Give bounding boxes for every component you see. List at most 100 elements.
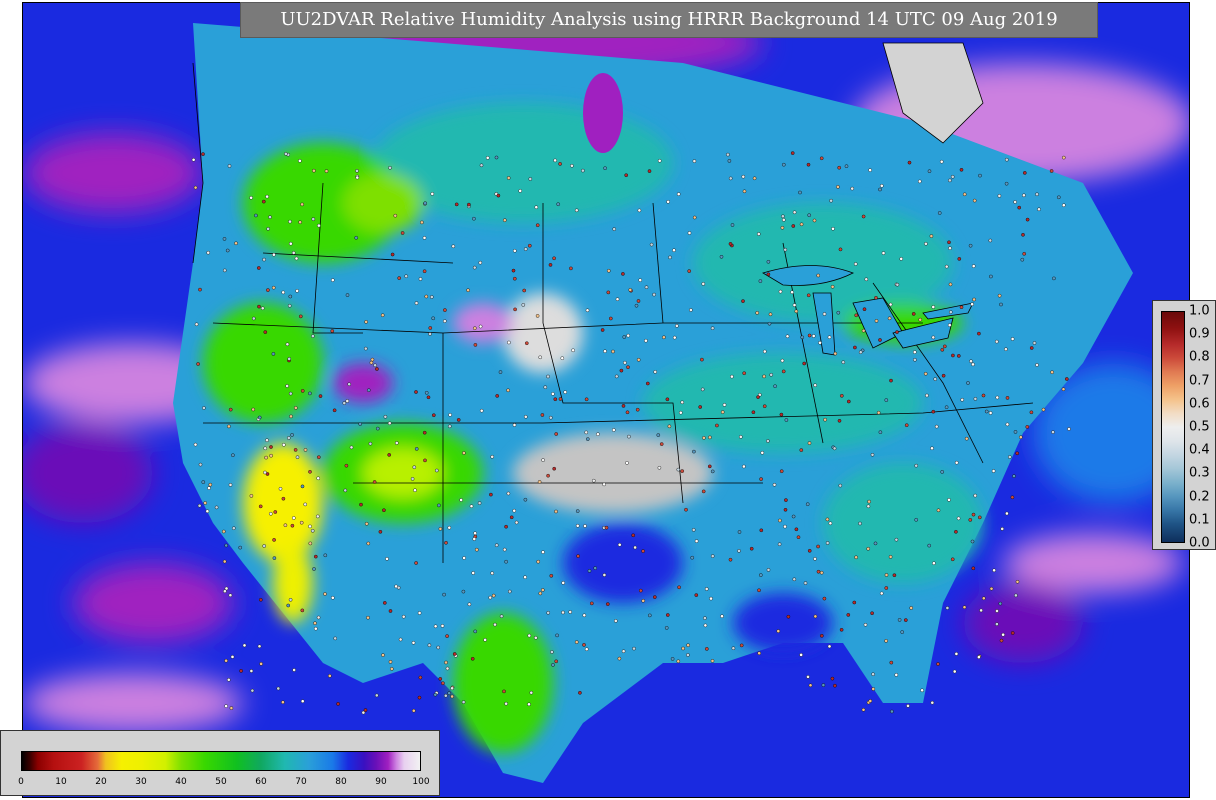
station-dot — [316, 476, 321, 481]
station-dot — [971, 512, 976, 517]
station-dot — [895, 282, 900, 287]
station-dot — [617, 656, 622, 661]
station-dot — [621, 272, 625, 276]
station-dot — [1013, 200, 1017, 204]
station-dot — [981, 393, 986, 398]
station-dot — [507, 589, 512, 594]
station-dot — [288, 219, 292, 224]
station-dot — [372, 480, 377, 484]
station-dot — [606, 290, 611, 295]
station-dot — [687, 269, 692, 273]
station-dot — [614, 619, 618, 623]
station-dot — [836, 185, 840, 189]
station-dot — [349, 445, 354, 450]
station-dot — [529, 690, 534, 695]
station-dot — [792, 577, 797, 582]
station-dot — [506, 388, 510, 393]
station-dot — [254, 213, 258, 218]
station-dot — [879, 591, 884, 596]
station-dot — [621, 649, 626, 654]
station-dot — [971, 362, 975, 367]
station-dot — [298, 159, 302, 163]
station-dot — [884, 586, 889, 590]
station-dot — [227, 424, 231, 429]
station-dot — [443, 308, 447, 312]
station-dot — [918, 179, 922, 184]
station-dot — [527, 243, 532, 248]
station-dot — [838, 483, 843, 488]
station-dot — [622, 335, 627, 339]
station-dot — [582, 613, 587, 618]
station-dot — [957, 257, 962, 261]
station-dot — [988, 411, 993, 415]
station-dot — [366, 388, 371, 393]
station-dot — [949, 310, 953, 314]
station-dot — [472, 216, 476, 221]
station-dot — [1022, 251, 1027, 256]
station-dot — [294, 256, 299, 261]
station-dot — [827, 335, 832, 340]
station-dot — [920, 688, 924, 693]
station-dot — [700, 387, 705, 392]
station-dot — [778, 518, 782, 523]
station-dot — [676, 467, 681, 472]
station-dot — [730, 374, 734, 379]
station-dot — [443, 693, 448, 698]
station-dot — [287, 357, 292, 361]
station-dot — [861, 708, 866, 712]
station-dot — [800, 335, 805, 340]
station-dot — [853, 262, 858, 266]
station-dot — [224, 658, 228, 663]
station-dot — [381, 653, 385, 657]
station-dot — [575, 509, 580, 513]
station-dot — [757, 651, 762, 656]
station-dot — [281, 496, 286, 501]
station-dot — [311, 217, 316, 221]
station-dot — [906, 704, 910, 708]
station-dot — [555, 633, 559, 638]
station-dot — [445, 634, 449, 638]
ratio-tick-label: 0.1 — [1189, 512, 1210, 528]
ratio-tick-label: 0.6 — [1189, 396, 1210, 412]
station-dot — [197, 503, 202, 508]
station-dot — [727, 159, 732, 163]
station-dot — [615, 297, 620, 302]
station-dot — [625, 410, 630, 415]
station-dot — [973, 493, 978, 498]
station-dot — [262, 544, 266, 548]
station-dot — [786, 614, 791, 619]
station-dot — [982, 596, 986, 601]
station-dot — [641, 599, 646, 603]
station-dot — [556, 202, 561, 206]
station-dot — [363, 346, 368, 351]
station-dot — [832, 446, 837, 451]
station-dot — [633, 545, 637, 550]
station-dot — [708, 464, 712, 469]
station-dot — [523, 497, 528, 502]
station-dot — [624, 173, 629, 177]
station-dot — [511, 268, 516, 273]
station-dot — [802, 361, 807, 366]
station-dot — [737, 549, 741, 553]
station-dot — [752, 176, 757, 181]
station-dot — [991, 469, 996, 473]
station-dot — [374, 693, 379, 698]
station-dot — [422, 269, 427, 274]
observation-ratio-colorbar: 1.0 0.9 0.8 0.7 0.6 0.5 0.4 0.3 0.2 0.1 0.0 — [1152, 300, 1216, 551]
station-dot — [388, 660, 393, 664]
station-dot — [221, 529, 226, 534]
station-dot — [414, 561, 418, 565]
station-dot — [728, 176, 733, 181]
station-dot — [311, 334, 315, 338]
station-dot — [791, 224, 796, 228]
station-dot — [950, 557, 955, 562]
station-dot — [584, 430, 589, 435]
station-dot — [644, 285, 649, 290]
station-dot — [653, 370, 658, 374]
station-dot — [853, 345, 857, 350]
station-dot — [469, 504, 474, 509]
station-dot — [1035, 363, 1039, 367]
station-dot — [1029, 410, 1034, 415]
station-dot — [742, 189, 747, 194]
station-dot — [499, 614, 504, 619]
